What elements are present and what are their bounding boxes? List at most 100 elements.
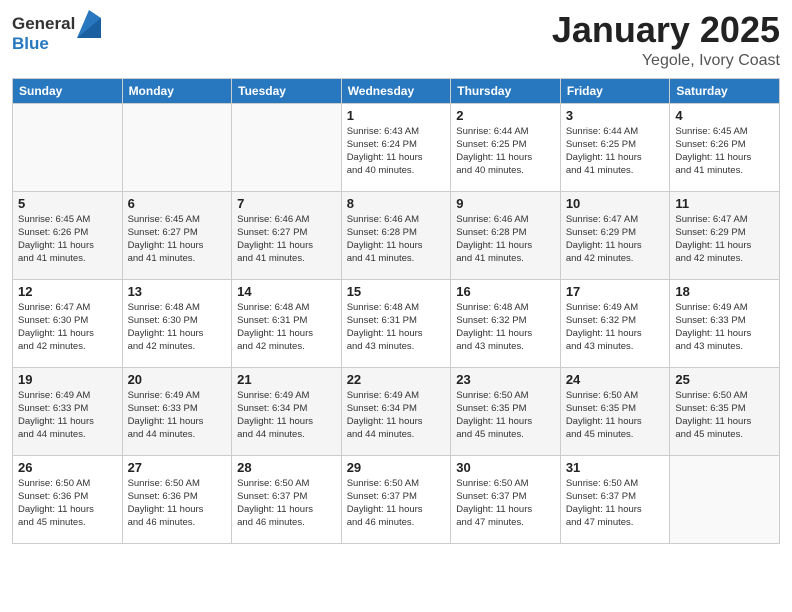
day-info: Sunrise: 6:47 AM Sunset: 6:29 PM Dayligh… <box>675 213 774 266</box>
page: General Blue January 2025 Yegole, Ivory … <box>0 0 792 612</box>
table-row: 5 Sunrise: 6:45 AM Sunset: 6:26 PM Daylig… <box>13 191 123 279</box>
col-thursday: Thursday <box>451 78 561 103</box>
table-row: 23Sunrise: 6:50 AM Sunset: 6:35 PM Dayli… <box>451 367 561 455</box>
calendar-week-4: 26 Sunrise: 6:50 AM Sunset: 6:36 PM Dayli… <box>13 455 780 543</box>
col-saturday: Saturday <box>670 78 780 103</box>
day-number: 12 <box>18 284 117 299</box>
day-number: 8 <box>347 196 446 211</box>
day-info: Sunrise: 6:46 AM Sunset: 6:28 PM Dayligh… <box>456 213 555 266</box>
day-info: Sunrise: 6:47 AM Sunset: 6:30 PM Dayligh… <box>18 301 117 354</box>
day-info: Sunrise: 6:50 AM Sunset: 6:37 PM Dayligh… <box>566 477 665 530</box>
logo-general: General <box>12 14 75 34</box>
table-row: 28 Sunrise: 6:50 AM Sunset: 6:37 PM Dayli… <box>232 455 342 543</box>
day-number: 9 <box>456 196 555 211</box>
day-number: 19 <box>18 372 117 387</box>
table-row: 30 Sunrise: 6:50 AM Sunset: 6:37 PM Dayli… <box>451 455 561 543</box>
table-row: 9 Sunrise: 6:46 AM Sunset: 6:28 PM Daylig… <box>451 191 561 279</box>
day-info: Sunrise: 6:46 AM Sunset: 6:27 PM Dayligh… <box>237 213 336 266</box>
table-row: 6 Sunrise: 6:45 AM Sunset: 6:27 PM Daylig… <box>122 191 232 279</box>
day-number: 29 <box>347 460 446 475</box>
day-number: 26 <box>18 460 117 475</box>
table-row: 1Sunrise: 6:43 AM Sunset: 6:24 PM Daylig… <box>341 103 451 191</box>
table-row: 27 Sunrise: 6:50 AM Sunset: 6:36 PM Dayli… <box>122 455 232 543</box>
table-row: 3 Sunrise: 6:44 AM Sunset: 6:25 PM Daylig… <box>560 103 670 191</box>
day-info: Sunrise: 6:48 AM Sunset: 6:30 PM Dayligh… <box>128 301 227 354</box>
table-row: 10 Sunrise: 6:47 AM Sunset: 6:29 PM Dayli… <box>560 191 670 279</box>
table-row: 21 Sunrise: 6:49 AM Sunset: 6:34 PM Dayli… <box>232 367 342 455</box>
col-friday: Friday <box>560 78 670 103</box>
col-wednesday: Wednesday <box>341 78 451 103</box>
day-number: 6 <box>128 196 227 211</box>
table-row <box>13 103 123 191</box>
calendar-week-3: 19 Sunrise: 6:49 AM Sunset: 6:33 PM Dayli… <box>13 367 780 455</box>
day-info: Sunrise: 6:44 AM Sunset: 6:25 PM Dayligh… <box>456 125 555 178</box>
table-row: 7 Sunrise: 6:46 AM Sunset: 6:27 PM Daylig… <box>232 191 342 279</box>
day-info: Sunrise: 6:49 AM Sunset: 6:34 PM Dayligh… <box>347 389 446 442</box>
table-row: 11 Sunrise: 6:47 AM Sunset: 6:29 PM Dayli… <box>670 191 780 279</box>
day-number: 28 <box>237 460 336 475</box>
table-row: 12 Sunrise: 6:47 AM Sunset: 6:30 PM Dayli… <box>13 279 123 367</box>
day-number: 31 <box>566 460 665 475</box>
day-info: Sunrise: 6:44 AM Sunset: 6:25 PM Dayligh… <box>566 125 665 178</box>
day-number: 22 <box>347 372 446 387</box>
day-info: Sunrise: 6:45 AM Sunset: 6:26 PM Dayligh… <box>18 213 117 266</box>
day-info: Sunrise: 6:45 AM Sunset: 6:26 PM Dayligh… <box>675 125 774 178</box>
day-number: 2 <box>456 108 555 123</box>
day-info: Sunrise: 6:50 AM Sunset: 6:36 PM Dayligh… <box>128 477 227 530</box>
title-month: January 2025 <box>552 10 780 50</box>
col-sunday: Sunday <box>13 78 123 103</box>
title-block: January 2025 Yegole, Ivory Coast <box>552 10 780 70</box>
logo-blue: Blue <box>12 34 105 54</box>
day-number: 21 <box>237 372 336 387</box>
day-info: Sunrise: 6:50 AM Sunset: 6:37 PM Dayligh… <box>237 477 336 530</box>
table-row <box>122 103 232 191</box>
day-info: Sunrise: 6:47 AM Sunset: 6:29 PM Dayligh… <box>566 213 665 266</box>
table-row: 25Sunrise: 6:50 AM Sunset: 6:35 PM Dayli… <box>670 367 780 455</box>
day-info: Sunrise: 6:48 AM Sunset: 6:32 PM Dayligh… <box>456 301 555 354</box>
day-number: 7 <box>237 196 336 211</box>
day-number: 11 <box>675 196 774 211</box>
day-info: Sunrise: 6:50 AM Sunset: 6:35 PM Dayligh… <box>675 389 774 442</box>
table-row: 19 Sunrise: 6:49 AM Sunset: 6:33 PM Dayli… <box>13 367 123 455</box>
col-tuesday: Tuesday <box>232 78 342 103</box>
table-row: 22 Sunrise: 6:49 AM Sunset: 6:34 PM Dayli… <box>341 367 451 455</box>
table-row: 31 Sunrise: 6:50 AM Sunset: 6:37 PM Dayli… <box>560 455 670 543</box>
day-info: Sunrise: 6:50 AM Sunset: 6:36 PM Dayligh… <box>18 477 117 530</box>
day-number: 15 <box>347 284 446 299</box>
day-number: 27 <box>128 460 227 475</box>
day-number: 20 <box>128 372 227 387</box>
day-info: Sunrise: 6:48 AM Sunset: 6:31 PM Dayligh… <box>237 301 336 354</box>
day-number: 30 <box>456 460 555 475</box>
table-row: 8 Sunrise: 6:46 AM Sunset: 6:28 PM Daylig… <box>341 191 451 279</box>
col-monday: Monday <box>122 78 232 103</box>
day-info: Sunrise: 6:46 AM Sunset: 6:28 PM Dayligh… <box>347 213 446 266</box>
day-info: Sunrise: 6:43 AM Sunset: 6:24 PM Dayligh… <box>347 125 446 178</box>
day-number: 16 <box>456 284 555 299</box>
day-info: Sunrise: 6:48 AM Sunset: 6:31 PM Dayligh… <box>347 301 446 354</box>
day-info: Sunrise: 6:50 AM Sunset: 6:37 PM Dayligh… <box>456 477 555 530</box>
table-row: 29Sunrise: 6:50 AM Sunset: 6:37 PM Dayli… <box>341 455 451 543</box>
day-number: 13 <box>128 284 227 299</box>
day-number: 23 <box>456 372 555 387</box>
day-info: Sunrise: 6:49 AM Sunset: 6:32 PM Dayligh… <box>566 301 665 354</box>
table-row: 4 Sunrise: 6:45 AM Sunset: 6:26 PM Daylig… <box>670 103 780 191</box>
day-number: 10 <box>566 196 665 211</box>
day-info: Sunrise: 6:50 AM Sunset: 6:35 PM Dayligh… <box>566 389 665 442</box>
table-row: 14Sunrise: 6:48 AM Sunset: 6:31 PM Dayli… <box>232 279 342 367</box>
logo: General Blue <box>12 10 105 54</box>
calendar-table: Sunday Monday Tuesday Wednesday Thursday… <box>12 78 780 544</box>
day-info: Sunrise: 6:49 AM Sunset: 6:33 PM Dayligh… <box>128 389 227 442</box>
title-location: Yegole, Ivory Coast <box>552 52 780 70</box>
calendar-header-row: Sunday Monday Tuesday Wednesday Thursday… <box>13 78 780 103</box>
day-number: 4 <box>675 108 774 123</box>
day-info: Sunrise: 6:49 AM Sunset: 6:33 PM Dayligh… <box>675 301 774 354</box>
day-info: Sunrise: 6:49 AM Sunset: 6:33 PM Dayligh… <box>18 389 117 442</box>
day-number: 3 <box>566 108 665 123</box>
table-row: 16 Sunrise: 6:48 AM Sunset: 6:32 PM Dayli… <box>451 279 561 367</box>
day-number: 17 <box>566 284 665 299</box>
day-info: Sunrise: 6:49 AM Sunset: 6:34 PM Dayligh… <box>237 389 336 442</box>
table-row: 2 Sunrise: 6:44 AM Sunset: 6:25 PM Daylig… <box>451 103 561 191</box>
day-number: 5 <box>18 196 117 211</box>
day-info: Sunrise: 6:45 AM Sunset: 6:27 PM Dayligh… <box>128 213 227 266</box>
day-number: 24 <box>566 372 665 387</box>
